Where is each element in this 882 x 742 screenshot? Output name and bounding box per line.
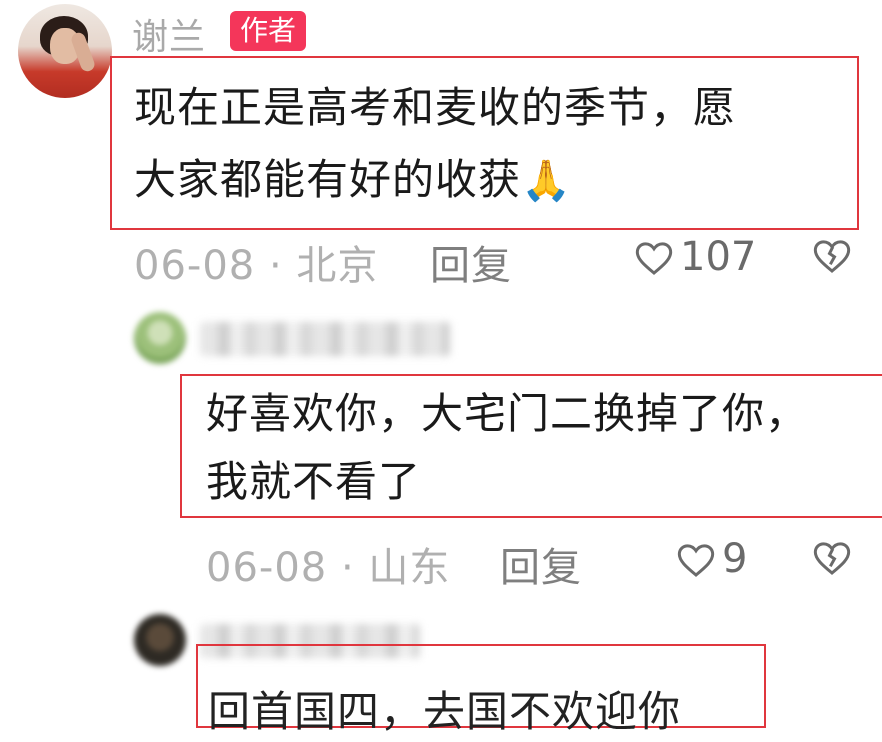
author-avatar[interactable]	[18, 4, 112, 98]
reply-button[interactable]: 回复	[500, 535, 582, 593]
reply-avatar[interactable]	[134, 312, 186, 364]
dislike-icon[interactable]	[812, 538, 852, 578]
comment-text-line: 回首国四，去国不欢迎你	[208, 687, 682, 736]
comment-text: 好喜欢你，大宅门二换掉了你， 我就不看了	[206, 380, 808, 516]
like-button[interactable]: 107	[634, 234, 757, 280]
heart-icon	[677, 544, 715, 577]
heart-icon	[635, 242, 673, 275]
author-username[interactable]: 谢兰	[132, 8, 206, 60]
comment-text: 现在正是高考和麦收的季节，愿 大家都能有好的收获🙏	[134, 72, 736, 217]
like-button[interactable]: 9	[676, 536, 756, 582]
author-badge: 作者	[230, 11, 307, 51]
dislike-icon[interactable]	[812, 236, 852, 276]
comment-text: 回首国四，去国不欢迎你	[208, 682, 681, 742]
comment-text-line: 好喜欢你，大宅门二换掉了你，	[206, 389, 809, 438]
praying-hands-emoji: 🙏	[521, 158, 572, 204]
comment-date: 06-08	[206, 545, 328, 591]
comment-date: 06-08	[134, 243, 256, 289]
comment-text-line: 大家都能有好的收获	[134, 155, 522, 204]
comment-text-line: 我就不看了	[206, 457, 422, 506]
like-count: 107	[680, 234, 757, 280]
reply-button[interactable]: 回复	[430, 233, 512, 291]
comment-meta: 06-08 · 山东	[206, 545, 451, 591]
comment-text-line: 现在正是高考和麦收的季节，愿	[134, 83, 737, 132]
like-count: 9	[722, 536, 748, 582]
comment-location: 山东	[368, 545, 451, 591]
comment-location: 北京	[296, 243, 379, 289]
reply-username-blurred[interactable]	[200, 322, 450, 356]
comment-meta: 06-08 · 北京	[134, 243, 379, 289]
reply-avatar[interactable]	[134, 614, 186, 666]
